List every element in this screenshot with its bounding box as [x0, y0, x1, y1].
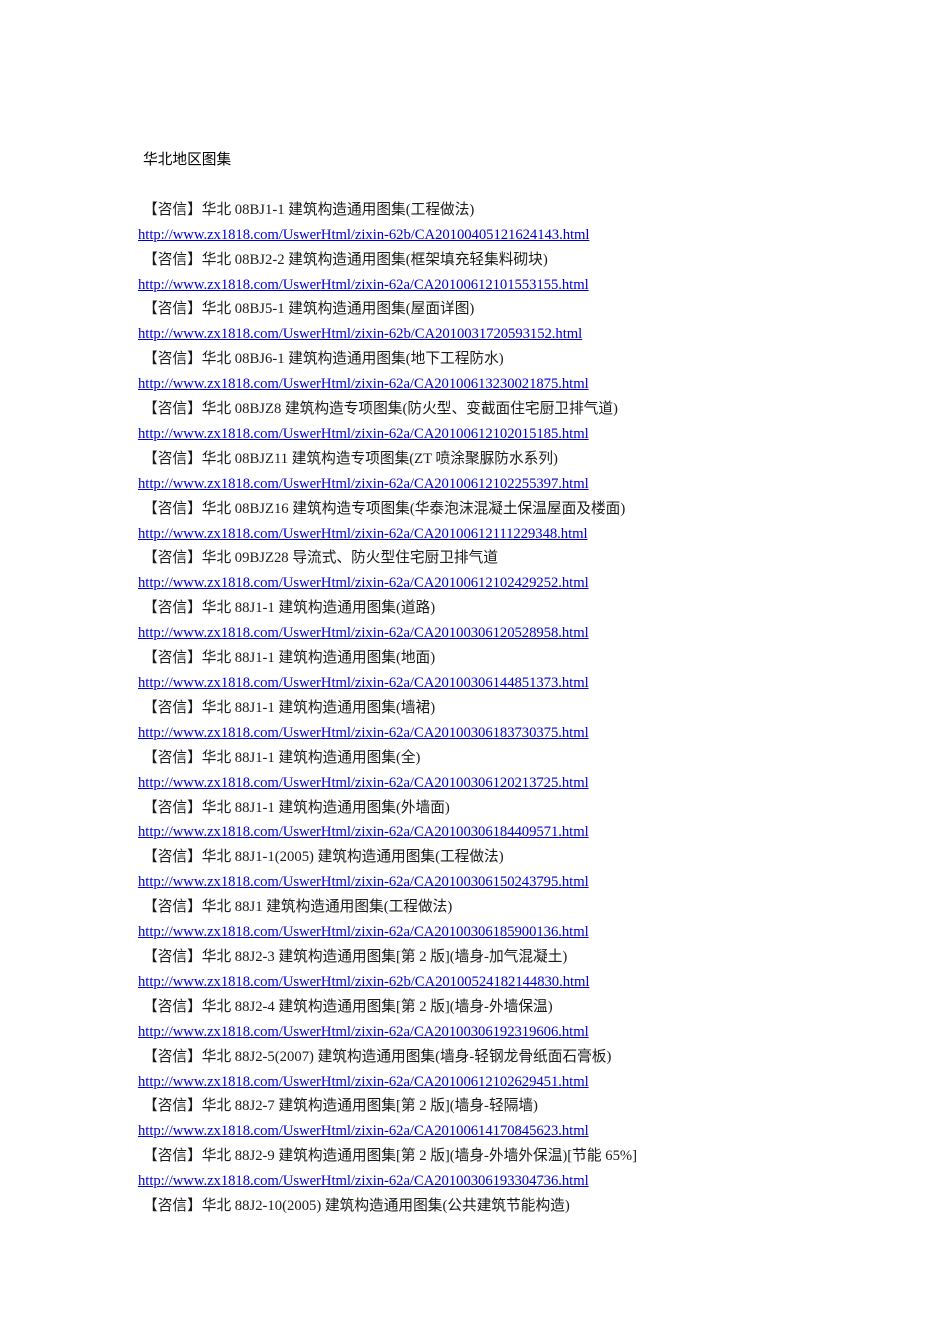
atlas-title: 【咨信】华北 08BJZ11 建筑构造专项图集(ZT 喷涂聚脲防水系列)	[143, 450, 558, 467]
atlas-url-link[interactable]: http://www.zx1818.com/UswerHtml/zixin-62…	[138, 273, 850, 298]
atlas-url-link[interactable]: http://www.zx1818.com/UswerHtml/zixin-62…	[138, 1169, 850, 1194]
atlas-url-link[interactable]: http://www.zx1818.com/UswerHtml/zixin-62…	[138, 422, 850, 447]
list-item: 【咨信】华北 88J2-4 建筑构造通用图集[第 2 版](墙身-外墙保温) ht…	[138, 995, 850, 1045]
list-item: 【咨信】华北 88J1-1 建筑构造通用图集(道路) http://www.zx1…	[138, 596, 850, 646]
atlas-title: 【咨信】华北 88J1-1 建筑构造通用图集(外墙面)	[143, 799, 450, 816]
atlas-title: 【咨信】华北 08BJZ8 建筑构造专项图集(防火型、变截面住宅厨卫排气道)	[143, 401, 618, 418]
atlas-url-link[interactable]: http://www.zx1818.com/UswerHtml/zixin-62…	[138, 820, 850, 845]
atlas-title: 【咨信】华北 88J1-1 建筑构造通用图集(墙裙)	[143, 699, 436, 716]
atlas-title: 【咨信】华北 88J1-1 建筑构造通用图集(地面)	[143, 650, 436, 667]
list-item: 【咨信】华北 88J1-1 建筑构造通用图集(全) http://www.zx18…	[138, 746, 850, 796]
atlas-url-link[interactable]: http://www.zx1818.com/UswerHtml/zixin-62…	[138, 1119, 850, 1144]
document-page: 华北地区图集 【咨信】华北 08BJ1-1 建筑构造通用图集(工程做法) http…	[0, 0, 950, 1344]
atlas-title: 【咨信】华北 09BJZ28 导流式、防火型住宅厨卫排气道	[143, 550, 498, 567]
atlas-title: 【咨信】华北 08BJ6-1 建筑构造通用图集(地下工程防水)	[143, 351, 504, 368]
list-item: 【咨信】华北 88J2-3 建筑构造通用图集[第 2 版](墙身-加气混凝土) h…	[138, 945, 850, 995]
list-item: 【咨信】华北 08BJ6-1 建筑构造通用图集(地下工程防水) http://ww…	[138, 347, 850, 397]
atlas-title: 【咨信】华北 08BJ2-2 建筑构造通用图集(框架填充轻集料砌块)	[143, 251, 548, 268]
atlas-url-link[interactable]: http://www.zx1818.com/UswerHtml/zixin-62…	[138, 621, 850, 646]
atlas-url-link[interactable]: http://www.zx1818.com/UswerHtml/zixin-62…	[138, 223, 850, 248]
atlas-title: 【咨信】华北 88J2-3 建筑构造通用图集[第 2 版](墙身-加气混凝土)	[143, 948, 568, 965]
atlas-url-link[interactable]: http://www.zx1818.com/UswerHtml/zixin-62…	[138, 372, 850, 397]
list-item: 【咨信】华北 08BJZ11 建筑构造专项图集(ZT 喷涂聚脲防水系列) http…	[138, 447, 850, 497]
atlas-title: 【咨信】华北 88J2-5(2007) 建筑构造通用图集(墙身-轻钢龙骨纸面石膏…	[143, 1048, 612, 1065]
list-item: 【咨信】华北 88J1-1 建筑构造通用图集(墙裙) http://www.zx1…	[138, 696, 850, 746]
list-item: 【咨信】华北 88J2-5(2007) 建筑构造通用图集(墙身-轻钢龙骨纸面石膏…	[138, 1045, 850, 1095]
list-item: 【咨信】华北 08BJZ16 建筑构造专项图集(华泰泡沫混凝土保温屋面及楼面) h…	[138, 497, 850, 547]
list-item: 【咨信】华北 09BJZ28 导流式、防火型住宅厨卫排气道 http://www.…	[138, 546, 850, 596]
list-item: 【咨信】华北 88J2-7 建筑构造通用图集[第 2 版](墙身-轻隔墙) htt…	[138, 1094, 850, 1144]
atlas-title: 【咨信】华北 08BJZ16 建筑构造专项图集(华泰泡沫混凝土保温屋面及楼面)	[143, 500, 626, 517]
title-spacer	[138, 173, 850, 198]
atlas-url-link[interactable]: http://www.zx1818.com/UswerHtml/zixin-62…	[138, 920, 850, 945]
atlas-title: 【咨信】华北 08BJ1-1 建筑构造通用图集(工程做法)	[143, 201, 475, 218]
list-item: 【咨信】华北 08BJZ8 建筑构造专项图集(防火型、变截面住宅厨卫排气道) ht…	[138, 397, 850, 447]
atlas-title: 【咨信】华北 88J2-4 建筑构造通用图集[第 2 版](墙身-外墙保温)	[143, 998, 553, 1015]
list-item: 【咨信】华北 08BJ5-1 建筑构造通用图集(屋面详图) http://www.…	[138, 297, 850, 347]
atlas-url-link[interactable]: http://www.zx1818.com/UswerHtml/zixin-62…	[138, 671, 850, 696]
atlas-title: 【咨信】华北 08BJ5-1 建筑构造通用图集(屋面详图)	[143, 301, 475, 318]
list-item: 【咨信】华北 88J1-1 建筑构造通用图集(地面) http://www.zx1…	[138, 646, 850, 696]
atlas-url-link[interactable]: http://www.zx1818.com/UswerHtml/zixin-62…	[138, 870, 850, 895]
atlas-title: 【咨信】华北 88J1-1(2005) 建筑构造通用图集(工程做法)	[143, 849, 504, 866]
atlas-url-link[interactable]: http://www.zx1818.com/UswerHtml/zixin-62…	[138, 1070, 850, 1095]
atlas-url-link[interactable]: http://www.zx1818.com/UswerHtml/zixin-62…	[138, 771, 850, 796]
list-item: 【咨信】华北 88J1 建筑构造通用图集(工程做法) http://www.zx1…	[138, 895, 850, 945]
atlas-title: 【咨信】华北 88J2-7 建筑构造通用图集[第 2 版](墙身-轻隔墙)	[143, 1098, 538, 1115]
atlas-url-link[interactable]: http://www.zx1818.com/UswerHtml/zixin-62…	[138, 571, 850, 596]
atlas-url-link[interactable]: http://www.zx1818.com/UswerHtml/zixin-62…	[138, 322, 850, 347]
atlas-url-link[interactable]: http://www.zx1818.com/UswerHtml/zixin-62…	[138, 1020, 850, 1045]
atlas-url-link[interactable]: http://www.zx1818.com/UswerHtml/zixin-62…	[138, 472, 850, 497]
list-item: 【咨信】华北 88J1-1 建筑构造通用图集(外墙面) http://www.zx…	[138, 796, 850, 846]
list-item: 【咨信】华北 08BJ1-1 建筑构造通用图集(工程做法) http://www.…	[138, 198, 850, 248]
page-title: 华北地区图集	[143, 152, 232, 168]
atlas-title: 【咨信】华北 88J1 建筑构造通用图集(工程做法)	[143, 899, 453, 916]
atlas-title: 【咨信】华北 88J2-10(2005) 建筑构造通用图集(公共建筑节能构造)	[143, 1198, 570, 1215]
atlas-entry-list: 【咨信】华北 08BJ1-1 建筑构造通用图集(工程做法) http://www.…	[138, 198, 850, 1219]
atlas-title: 【咨信】华北 88J1-1 建筑构造通用图集(道路)	[143, 600, 436, 617]
list-item: 【咨信】华北 88J1-1(2005) 建筑构造通用图集(工程做法) http:/…	[138, 845, 850, 895]
atlas-title: 【咨信】华北 88J2-9 建筑构造通用图集[第 2 版](墙身-外墙外保温)[…	[143, 1148, 638, 1165]
list-item: 【咨信】华北 88J2-9 建筑构造通用图集[第 2 版](墙身-外墙外保温)[…	[138, 1144, 850, 1194]
list-item: 【咨信】华北 88J2-10(2005) 建筑构造通用图集(公共建筑节能构造)	[138, 1194, 850, 1219]
atlas-url-link[interactable]: http://www.zx1818.com/UswerHtml/zixin-62…	[138, 970, 850, 995]
atlas-title: 【咨信】华北 88J1-1 建筑构造通用图集(全)	[143, 749, 421, 766]
list-item: 【咨信】华北 08BJ2-2 建筑构造通用图集(框架填充轻集料砌块) http:/…	[138, 248, 850, 298]
atlas-url-link[interactable]: http://www.zx1818.com/UswerHtml/zixin-62…	[138, 721, 850, 746]
atlas-url-link[interactable]: http://www.zx1818.com/UswerHtml/zixin-62…	[138, 522, 850, 547]
